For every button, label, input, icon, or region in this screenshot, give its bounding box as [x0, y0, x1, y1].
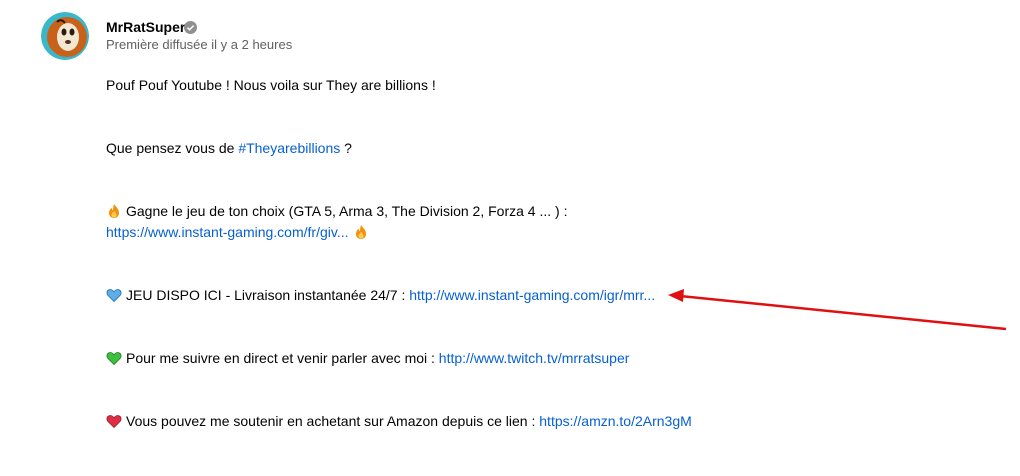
annotation-arrow: [668, 289, 1007, 331]
